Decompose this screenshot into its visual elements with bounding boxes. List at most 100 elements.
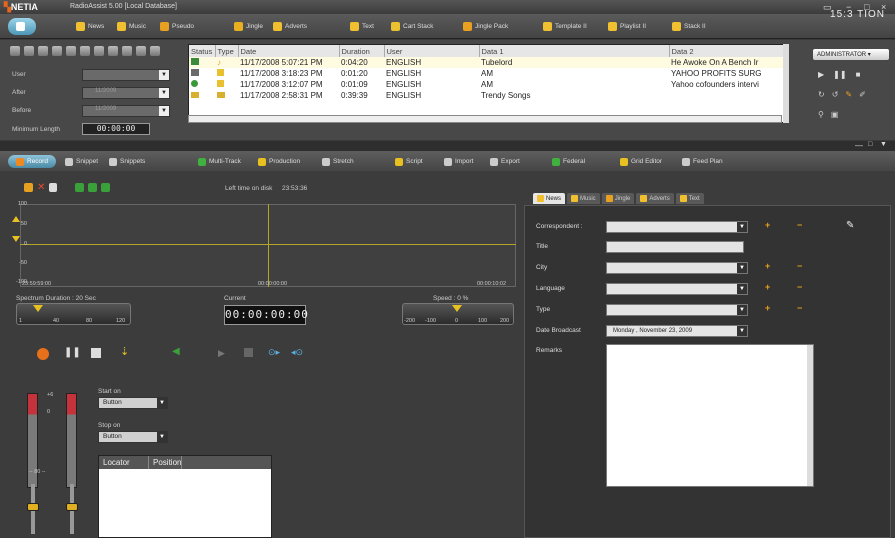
speed-thumb-icon[interactable] xyxy=(452,305,462,312)
mark-in-button[interactable]: ⊙▸ xyxy=(268,347,280,358)
playhead-line[interactable] xyxy=(268,204,269,287)
tab-snippets[interactable]: Snippets xyxy=(109,155,145,168)
column-status[interactable]: Status xyxy=(189,45,216,57)
results-table[interactable]: Status Type Date Duration User Data 1 Da… xyxy=(188,44,789,123)
user-dropdown[interactable]: ADMINISTRATOR ▾ xyxy=(813,49,889,60)
column-data1[interactable]: Data 1 xyxy=(479,45,670,57)
record-button[interactable] xyxy=(37,348,49,360)
table-row[interactable]: 11/17/2008 3:18:23 PM 0:01:20 ENGLISH AM… xyxy=(189,68,788,79)
pen-icon[interactable]: ✐ xyxy=(859,90,866,99)
filter-icon[interactable] xyxy=(10,46,20,56)
tab-script[interactable]: Script xyxy=(395,155,423,168)
maximize-editor-button[interactable]: □ xyxy=(868,141,872,148)
find-icon[interactable] xyxy=(66,46,76,56)
list-icon[interactable] xyxy=(24,46,34,56)
module-tab-playlist-ii[interactable]: Playlist II xyxy=(608,18,646,35)
remarks-textarea[interactable] xyxy=(606,344,814,487)
settings-icon[interactable] xyxy=(136,46,146,56)
eraser-icon[interactable]: ✎ xyxy=(846,220,854,231)
tab-snippet[interactable]: Snippet xyxy=(65,155,98,168)
marker-button[interactable]: ⇣ xyxy=(120,345,129,358)
minimize-editor-button[interactable]: — xyxy=(855,141,863,150)
column-date[interactable]: Date xyxy=(238,45,340,57)
view-two-icon[interactable] xyxy=(88,183,98,192)
date-broadcast-picker[interactable]: Monday , November 23, 2009 ▼ xyxy=(606,325,748,337)
vertical-scrollbar[interactable] xyxy=(783,44,789,123)
link-icon[interactable]: ⚲ xyxy=(818,110,824,119)
record-file-icon[interactable] xyxy=(24,183,33,192)
module-tab-pseudo[interactable]: Pseudo xyxy=(160,18,194,35)
correspondent-select[interactable]: ▼ xyxy=(606,221,748,233)
pause-icon[interactable]: ❚❚ xyxy=(833,70,846,79)
column-duration[interactable]: Duration xyxy=(339,45,385,57)
delete-icon[interactable]: ✕ xyxy=(37,183,45,193)
play-icon[interactable]: ▶ xyxy=(818,70,824,79)
tab-adverts[interactable]: Adverts xyxy=(636,193,674,204)
add-language-icon[interactable]: + xyxy=(765,282,770,292)
table-row[interactable]: 11/17/2008 2:58:31 PM 0:39:39 ENGLISH Tr… xyxy=(189,90,788,101)
fader-knob-left[interactable] xyxy=(27,503,39,511)
module-tab-news[interactable]: News xyxy=(76,18,104,35)
pause-button[interactable]: ❚❚ xyxy=(64,347,81,358)
stop-playback-button[interactable] xyxy=(244,348,253,357)
stop-on-select[interactable]: Button ▼ xyxy=(98,431,168,443)
remove-city-icon[interactable]: − xyxy=(797,261,802,271)
fader-knob-right[interactable] xyxy=(66,503,78,511)
column-user[interactable]: User xyxy=(384,45,480,57)
tab-feed-plan[interactable]: Feed Plan xyxy=(682,155,723,168)
view-three-icon[interactable] xyxy=(101,183,111,192)
column-icon[interactable] xyxy=(80,46,90,56)
min-length-input[interactable]: 00:00:00 xyxy=(82,123,150,135)
play-button[interactable]: ▶ xyxy=(218,348,225,359)
module-tab-jingle[interactable]: Jingle xyxy=(234,18,263,35)
grid-icon[interactable] xyxy=(38,46,48,56)
type-select[interactable]: ▼ xyxy=(606,304,748,316)
slider-thumb-icon[interactable] xyxy=(33,305,43,312)
add-type-icon[interactable]: + xyxy=(765,303,770,313)
remove-correspondent-icon[interactable]: − xyxy=(797,220,802,230)
tab-grid-editor[interactable]: Grid Editor xyxy=(620,155,662,168)
city-select[interactable]: ▼ xyxy=(606,262,748,274)
horizontal-scrollbar[interactable] xyxy=(188,115,782,123)
language-select[interactable]: ▼ xyxy=(606,283,748,295)
tab-music[interactable]: Music xyxy=(567,193,600,204)
column-type[interactable]: Type xyxy=(215,45,239,57)
stop-icon[interactable]: ■ xyxy=(856,70,861,79)
marker-icon[interactable]: ✎ xyxy=(845,90,852,99)
tab-federal[interactable]: Federal xyxy=(552,155,585,168)
tree-icon[interactable] xyxy=(52,46,62,56)
window-icon[interactable]: ▣ xyxy=(831,110,839,119)
collapse-editor-button[interactable]: ▼ xyxy=(880,141,887,148)
table-row[interactable]: 11/17/2008 3:12:07 PM 0:01:09 ENGLISH AM… xyxy=(189,79,788,90)
tab-multi-track[interactable]: Multi-Track xyxy=(198,155,241,168)
module-tab-template-ii[interactable]: Template II xyxy=(543,18,587,35)
tab-export[interactable]: Export xyxy=(490,155,520,168)
module-tab-music[interactable]: Music xyxy=(117,18,146,35)
clear-icon[interactable] xyxy=(108,46,118,56)
module-tab-home[interactable] xyxy=(8,18,36,35)
module-tab-text[interactable]: Text xyxy=(350,18,374,35)
user-select[interactable]: ▼ xyxy=(82,69,170,81)
add-city-icon[interactable]: + xyxy=(765,261,770,271)
column-position[interactable]: Position xyxy=(149,456,183,469)
tab-import[interactable]: Import xyxy=(444,155,473,168)
tab-stretch[interactable]: Stretch xyxy=(322,155,354,168)
volume-icon[interactable]: ◀ xyxy=(172,346,180,357)
table-row[interactable]: ♪ 11/17/2008 5:07:21 PM 0:04:20 ENGLISH … xyxy=(189,57,788,68)
document-icon[interactable] xyxy=(49,183,58,192)
add-correspondent-icon[interactable]: + xyxy=(765,220,770,230)
remove-language-icon[interactable]: − xyxy=(797,282,802,292)
start-on-select[interactable]: Button ▼ xyxy=(98,397,168,409)
module-tab-cart-stack[interactable]: Cart Stack xyxy=(391,18,433,35)
rewind-icon[interactable]: ↻ xyxy=(818,90,825,99)
after-date-field[interactable]: 11/2009 ▼ xyxy=(82,87,170,99)
module-tab-stack-ii[interactable]: Stack II xyxy=(672,18,706,35)
lock-icon[interactable] xyxy=(150,46,160,56)
export-icon[interactable] xyxy=(122,46,132,56)
tab-text[interactable]: Text xyxy=(675,193,704,204)
view-one-icon[interactable] xyxy=(75,183,85,192)
column-data2[interactable]: Data 2 xyxy=(669,45,788,57)
loop-icon[interactable]: ↺ xyxy=(832,90,839,99)
before-date-field[interactable]: 11/2009 ▼ xyxy=(82,105,170,117)
locator-table[interactable]: Locator Position xyxy=(98,455,272,538)
